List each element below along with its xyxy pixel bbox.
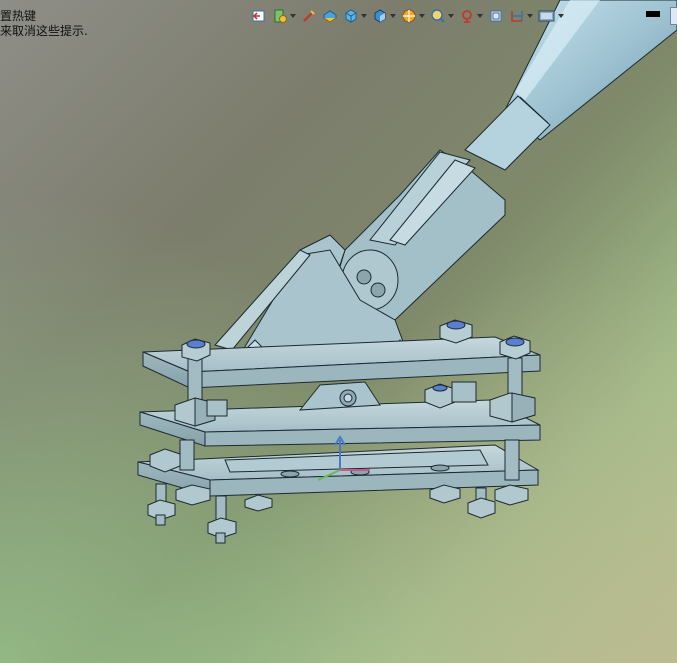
view-palette-button[interactable] bbox=[321, 5, 339, 27]
chevron-down-icon bbox=[558, 14, 564, 18]
section-view-button[interactable] bbox=[300, 5, 318, 27]
dynamic-annotation-button[interactable] bbox=[271, 5, 297, 27]
hotkey-hint-line-2: 来取消这些提示. bbox=[0, 24, 88, 38]
display-style-icon bbox=[374, 9, 386, 23]
edit-appearance-icon bbox=[431, 9, 445, 23]
chevron-down-icon bbox=[527, 14, 533, 18]
previous-view-icon bbox=[252, 10, 265, 22]
apply-scene-icon bbox=[462, 10, 472, 23]
color-swatch[interactable] bbox=[646, 11, 660, 17]
display-style-button[interactable] bbox=[371, 5, 397, 27]
view-palette-icon bbox=[323, 10, 337, 23]
previous-view-button[interactable] bbox=[250, 5, 268, 27]
task-pane-tab[interactable] bbox=[670, 7, 677, 25]
clevis-bracket[interactable] bbox=[298, 381, 381, 411]
chevron-down-icon bbox=[390, 14, 396, 18]
monitor-display-icon bbox=[538, 10, 555, 22]
view-settings-button[interactable] bbox=[487, 5, 505, 27]
view-settings-icon bbox=[490, 10, 502, 22]
view-orientation-button[interactable] bbox=[342, 5, 368, 27]
chevron-down-icon bbox=[419, 14, 425, 18]
chevron-down-icon bbox=[290, 14, 296, 18]
hide-show-items-button[interactable] bbox=[400, 5, 426, 27]
rotate-view-icon bbox=[511, 11, 523, 22]
dynamic-annotation-icon bbox=[274, 9, 287, 23]
section-view-icon bbox=[303, 10, 315, 22]
apply-scene-button[interactable] bbox=[458, 5, 484, 27]
hide-show-items-icon bbox=[402, 9, 416, 23]
edit-appearance-button[interactable] bbox=[429, 5, 455, 27]
graphics-viewport[interactable]: 置热键 来取消这些提示. bbox=[0, 0, 677, 663]
chevron-down-icon bbox=[361, 14, 367, 18]
cad-model-view[interactable] bbox=[0, 0, 677, 663]
chevron-down-icon bbox=[448, 14, 454, 18]
hotkey-hint-line-1: 置热键 bbox=[0, 9, 37, 23]
monitor-display-button[interactable] bbox=[537, 5, 565, 27]
view-orientation-icon bbox=[345, 9, 357, 23]
nut-middle-right[interactable] bbox=[489, 392, 536, 423]
heads-up-view-toolbar bbox=[250, 4, 565, 28]
rotate-view-button[interactable] bbox=[508, 5, 534, 27]
chevron-down-icon bbox=[477, 14, 483, 18]
